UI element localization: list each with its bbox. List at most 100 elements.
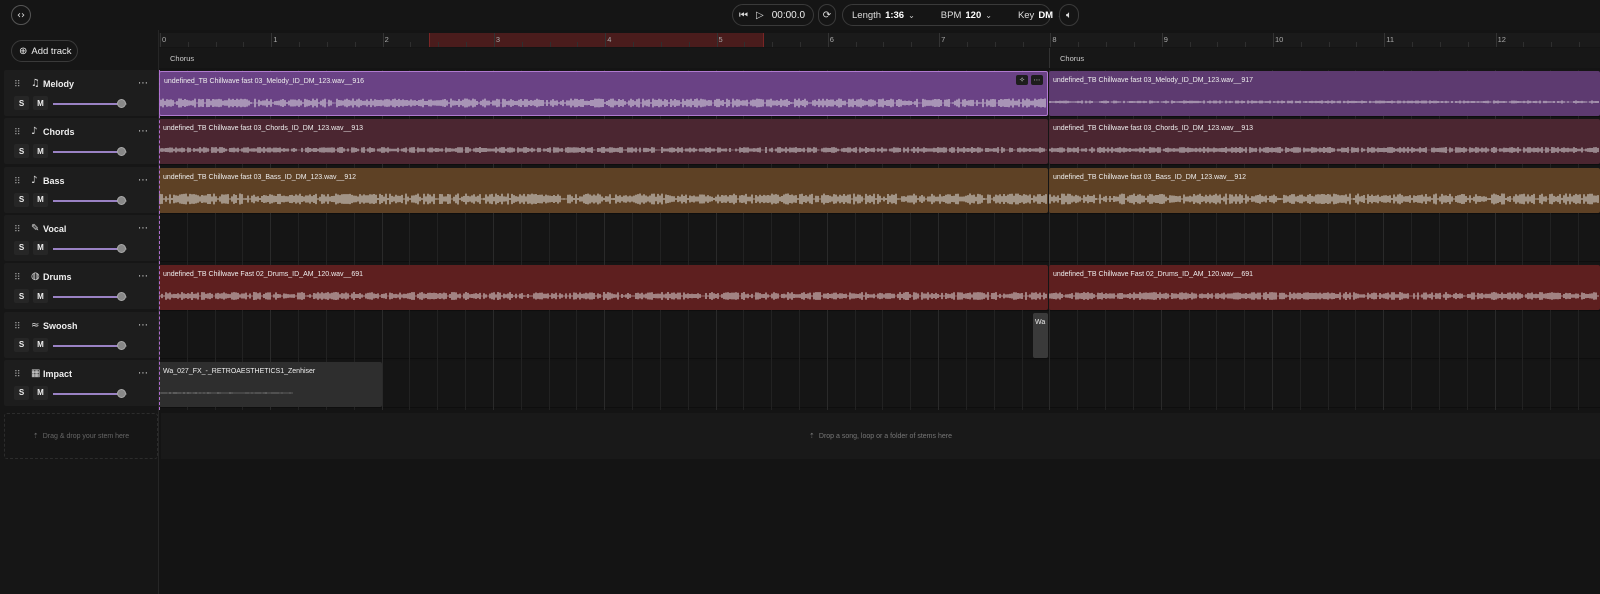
solo-button[interactable]: S (14, 192, 29, 207)
drag-handle-icon[interactable]: ⠿ (14, 225, 21, 235)
ruler-tick (382, 33, 384, 47)
bass-guitar-icon: ♪ (31, 174, 38, 186)
track-header-bass[interactable]: ⠿ ♪ Bass ⋯ S M (4, 166, 158, 213)
waveform (1049, 193, 1599, 205)
solo-button[interactable]: S (14, 337, 29, 352)
more-icon[interactable]: ⋯ (138, 320, 148, 331)
audio-clip[interactable]: undefined_TB Chillwave fast 03_Bass_ID_D… (1049, 168, 1600, 213)
solo-button[interactable]: S (14, 96, 29, 110)
volume-slider[interactable] (53, 147, 127, 157)
track-name[interactable]: Drums (43, 272, 72, 282)
track-name[interactable]: Melody (43, 79, 74, 89)
track-header-melody[interactable]: ⠿ ♫ Melody ⋯ S M (4, 70, 158, 116)
volume-thumb[interactable] (117, 99, 127, 108)
mute-button[interactable]: M (33, 192, 48, 207)
drag-handle-icon[interactable]: ⠿ (14, 322, 21, 332)
mute-button[interactable]: M (33, 240, 48, 255)
key-value[interactable]: DM (1038, 10, 1053, 21)
drag-handle-icon[interactable]: ⠿ (14, 273, 21, 283)
audio-clip[interactable]: Wa_027_FX_-_RETROAESTHETICS1_Zenhiser (159, 362, 382, 407)
mute-button[interactable]: M (33, 96, 48, 110)
chevron-down-icon[interactable]: ⌄ (985, 11, 992, 20)
track-header-drums[interactable]: ⠿ ◍ Drums ⋯ S M (4, 263, 158, 310)
track-header-vocal[interactable]: ⠿ ✎ Vocal ⋯ S M (4, 214, 158, 261)
audio-clip[interactable]: undefined_TB Chillwave fast 03_Chords_ID… (1049, 119, 1600, 164)
loop-region[interactable] (429, 33, 764, 47)
drop-song-zone[interactable]: ⇡ Drop a song, loop or a folder of stems… (161, 413, 1600, 459)
speaker-icon: 🔈︎ (1066, 9, 1072, 21)
volume-slider[interactable] (53, 340, 127, 350)
clip-name: undefined_TB Chillwave fast 03_Bass_ID_D… (163, 174, 357, 181)
track-name[interactable]: Vocal (43, 224, 66, 234)
timeline-ruler[interactable]: 0 1 2 3 4 5 6 7 8 9 10 11 12 (159, 33, 1600, 47)
track-name[interactable]: Swoosh (43, 321, 78, 331)
volume-slider[interactable] (53, 195, 127, 205)
track-header-chords[interactable]: ⠿ ♪ Chords ⋯ S M (4, 118, 158, 165)
loop-button[interactable]: ⟳ (818, 4, 836, 26)
track-header-impact[interactable]: ⠿ ▦ Impact ⋯ S M (4, 359, 158, 406)
volume-slider[interactable] (53, 292, 127, 302)
volume-fill (53, 344, 122, 347)
more-icon[interactable]: ⋯ (138, 126, 148, 137)
volume-fill (53, 392, 122, 395)
drop-stem-zone[interactable]: ⇡ Drag & drop your stem here (4, 413, 158, 459)
volume-thumb[interactable] (117, 147, 127, 157)
volume-slider[interactable] (53, 243, 127, 253)
volume-slider[interactable] (53, 388, 127, 398)
track-name[interactable]: Chords (43, 127, 75, 137)
audio-clip[interactable]: undefined_TB Chillwave fast 03_Melody_ID… (1049, 71, 1600, 116)
ruler-subtick (243, 42, 245, 47)
volume-button[interactable]: 🔈︎ (1059, 4, 1079, 26)
volume-slider[interactable] (53, 99, 127, 108)
audio-clip[interactable]: undefined_TB Chillwave fast 03_Bass_ID_D… (159, 168, 1048, 213)
drum-icon: ◍ (31, 271, 40, 283)
mute-button[interactable]: M (33, 289, 48, 304)
skip-back-icon[interactable]: ⏮ (739, 10, 748, 21)
more-icon[interactable]: ⋯ (138, 223, 148, 234)
bpm-value[interactable]: 120 (965, 10, 981, 21)
audio-clip[interactable]: undefined_TB Chillwave Fast 02_Drums_ID_… (159, 265, 1048, 310)
solo-button[interactable]: S (14, 289, 29, 304)
playhead[interactable] (159, 70, 160, 410)
chevron-down-icon[interactable]: ⌄ (908, 11, 915, 20)
volume-thumb[interactable] (117, 388, 127, 398)
waveform-path (159, 292, 1047, 300)
ruler-subtick (772, 42, 774, 47)
more-icon[interactable]: ⋯ (138, 368, 148, 379)
play-icon[interactable]: ▷ (756, 10, 764, 21)
more-icon[interactable]: ⋯ (1031, 75, 1043, 85)
more-icon[interactable]: ⋯ (138, 78, 148, 89)
ruler-number: 6 (829, 35, 834, 44)
audio-clip[interactable]: Wa (1033, 313, 1048, 358)
volume-thumb[interactable] (117, 340, 127, 350)
magic-wand-icon[interactable]: ✧ (1016, 75, 1028, 85)
solo-button[interactable]: S (14, 240, 29, 255)
drag-handle-icon[interactable]: ⠿ (14, 128, 21, 138)
audio-clip[interactable]: undefined_TB Chillwave fast 03_Chords_ID… (159, 119, 1048, 164)
track-header-swoosh[interactable]: ⠿ ≈ Swoosh ⋯ S M (4, 311, 158, 358)
audio-clip[interactable]: undefined_TB Chillwave Fast 02_Drums_ID_… (1049, 265, 1600, 310)
drag-handle-icon[interactable]: ⠿ (14, 370, 21, 380)
code-brackets-icon[interactable]: ‹› (11, 5, 31, 25)
solo-button[interactable]: S (14, 385, 29, 400)
ruler-subtick (438, 42, 440, 47)
solo-button[interactable]: S (14, 144, 29, 159)
section-label[interactable]: Chorus (1060, 54, 1084, 63)
section-label[interactable]: Chorus (170, 54, 194, 63)
mute-button[interactable]: M (33, 385, 48, 400)
add-track-button[interactable]: ⊕ Add track (11, 40, 78, 62)
audio-clip[interactable]: undefined_TB Chillwave fast 03_Melody_ID… (159, 71, 1048, 116)
volume-thumb[interactable] (117, 243, 127, 253)
volume-thumb[interactable] (117, 195, 127, 205)
volume-thumb[interactable] (117, 292, 127, 302)
more-icon[interactable]: ⋯ (138, 175, 148, 186)
track-name[interactable]: Bass (43, 176, 65, 186)
mute-button[interactable]: M (33, 337, 48, 352)
ruler-subtick (744, 42, 746, 47)
mute-button[interactable]: M (33, 144, 48, 159)
track-name[interactable]: Impact (43, 369, 72, 379)
drag-handle-icon[interactable]: ⠿ (14, 177, 21, 187)
more-icon[interactable]: ⋯ (138, 271, 148, 282)
drag-handle-icon[interactable]: ⠿ (14, 80, 21, 90)
length-value[interactable]: 1:36 (885, 10, 904, 21)
